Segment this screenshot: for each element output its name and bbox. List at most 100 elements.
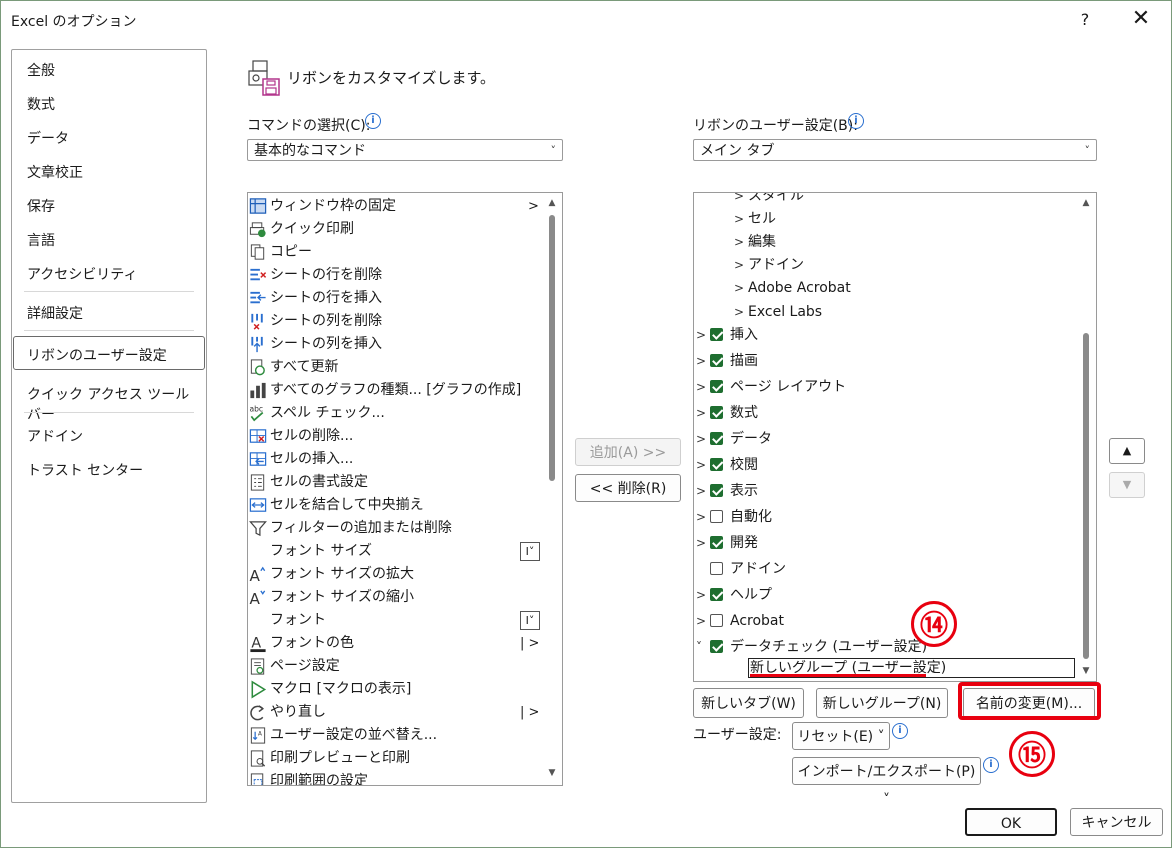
nav-item-proofing[interactable]: 文章校正 [27, 162, 83, 182]
checkbox[interactable] [710, 405, 723, 419]
ribbon-tree-item[interactable]: > 自動化 [694, 504, 1074, 530]
command-item[interactable]: セルを結合して中央揃え [248, 494, 548, 517]
nav-item-advanced[interactable]: 詳細設定 [27, 303, 83, 323]
command-list[interactable]: ウィンドウ枠の固定 > クイック印刷 コピー シートの行を削除 シートの行を挿入 シートの列… [247, 192, 563, 786]
move-up-button[interactable]: ▲ [1109, 438, 1145, 464]
ribbon-tree-item[interactable]: > 編集 [694, 229, 1074, 255]
command-item[interactable]: A フォントの色 | > [248, 632, 548, 655]
ribbon-tree-item[interactable]: > 挿入 [694, 322, 1074, 348]
command-list-scrollbar[interactable]: ▲ ▼ [546, 193, 558, 785]
command-item[interactable]: フォント I˅ [248, 609, 548, 632]
chevron-right-icon[interactable]: > [696, 322, 706, 348]
chevron-right-icon[interactable]: > [734, 275, 744, 301]
checkbox[interactable] [710, 535, 723, 549]
cancel-button[interactable]: キャンセル [1070, 808, 1163, 836]
help-button[interactable]: ? [1071, 7, 1099, 33]
command-item[interactable]: シートの行を挿入 [248, 287, 548, 310]
command-item[interactable]: A ユーザー設定の並べ替え... [248, 724, 548, 747]
move-down-button[interactable]: ▼ [1109, 472, 1145, 498]
checkbox[interactable] [710, 587, 723, 601]
chevron-right-icon[interactable]: > [696, 452, 706, 478]
ribbon-tree-item[interactable]: > Excel Labs [694, 299, 1074, 325]
command-item[interactable]: コピー [248, 241, 548, 264]
ribbon-tree-item[interactable]: > セル [694, 206, 1074, 232]
command-item[interactable]: 印刷範囲の設定 [248, 770, 548, 785]
checkbox[interactable] [710, 457, 723, 471]
new-group-button[interactable]: 新しいグループ(N) [816, 688, 948, 718]
command-item[interactable]: セルの書式設定 [248, 471, 548, 494]
ribbon-tree-item[interactable]: > データ [694, 426, 1074, 452]
checkbox[interactable] [710, 483, 723, 497]
command-item[interactable]: クイック印刷 [248, 218, 548, 241]
scroll-up-arrow-icon[interactable]: ▲ [1080, 197, 1092, 209]
ribbon-tree-item[interactable]: > Adobe Acrobat [694, 275, 1074, 301]
reset-button[interactable]: リセット(E) ˅ [792, 722, 890, 750]
nav-item-quick-access-toolbar[interactable]: クイック アクセス ツール バー [27, 384, 206, 424]
command-item[interactable]: フォント サイズ I˅ [248, 540, 548, 563]
checkbox[interactable] [710, 379, 723, 393]
ribbon-tree-item[interactable]: > 開発 [694, 530, 1074, 556]
chevron-right-icon[interactable]: > [696, 374, 706, 400]
chevron-right-icon[interactable]: > [696, 504, 706, 530]
close-button[interactable]: ✕ [1127, 7, 1155, 33]
command-item[interactable]: すべてのグラフの種類... [グラフの作成] [248, 379, 548, 402]
checkbox[interactable] [710, 613, 723, 627]
import-export-button[interactable]: インポート/エクスポート(P) ˅ [792, 757, 981, 808]
nav-item-save[interactable]: 保存 [27, 196, 55, 216]
chevron-right-icon[interactable]: > [696, 400, 706, 426]
ribbon-tree-scrollbar[interactable]: ▲ ▼ [1080, 193, 1092, 681]
command-item[interactable]: すべて更新 [248, 356, 548, 379]
info-icon[interactable]: i [365, 113, 381, 129]
info-icon[interactable]: i [892, 723, 908, 739]
nav-item-customize-ribbon[interactable]: リボンのユーザー設定 [27, 345, 167, 365]
checkbox[interactable] [710, 561, 723, 575]
nav-item-language[interactable]: 言語 [27, 230, 55, 250]
command-item[interactable]: シートの行を削除 [248, 264, 548, 287]
ribbon-tree[interactable]: > スタイル > セル > 編集 > アドイン > Adobe Acrobat > Excel Lab… [693, 192, 1097, 682]
ribbon-tree-item[interactable]: > 数式 [694, 400, 1074, 426]
scroll-thumb[interactable] [549, 215, 555, 481]
command-item[interactable]: シートの列を削除 [248, 310, 548, 333]
ribbon-tree-item[interactable]: > Acrobat [694, 608, 1074, 634]
scroll-thumb[interactable] [1083, 333, 1089, 659]
chevron-right-icon[interactable]: > [696, 426, 706, 452]
chevron-right-icon[interactable]: > [696, 582, 706, 608]
command-item[interactable]: セルの挿入... [248, 448, 548, 471]
scroll-down-arrow-icon[interactable]: ▼ [546, 767, 558, 779]
ribbon-tree-item[interactable]: > 校閲 [694, 452, 1074, 478]
checkbox[interactable] [710, 509, 723, 523]
chevron-right-icon[interactable]: > [734, 229, 744, 255]
ribbon-tree-item[interactable]: アドイン [694, 556, 1074, 582]
add-button[interactable]: 追加(A) >> [575, 438, 681, 466]
command-item[interactable]: シートの列を挿入 [248, 333, 548, 356]
ribbon-tree-item[interactable]: > アドイン [694, 252, 1074, 278]
chevron-right-icon[interactable]: > [696, 530, 706, 556]
info-icon[interactable]: i [983, 757, 999, 773]
chevron-down-icon[interactable]: ˅ [696, 634, 702, 660]
nav-item-accessibility[interactable]: アクセシビリティ [27, 264, 137, 284]
scroll-up-arrow-icon[interactable]: ▲ [546, 197, 558, 209]
checkbox[interactable] [710, 327, 723, 341]
ok-button[interactable]: OK [965, 808, 1057, 836]
chevron-right-icon[interactable]: > [696, 478, 706, 504]
command-item[interactable]: ウィンドウ枠の固定 > [248, 195, 548, 218]
scroll-down-arrow-icon[interactable]: ▼ [1080, 665, 1092, 677]
chevron-right-icon[interactable]: > [696, 348, 706, 374]
remove-button[interactable]: << 削除(R) [575, 474, 681, 502]
ribbon-tree-item[interactable]: > ヘルプ [694, 582, 1074, 608]
customize-ribbon-combo[interactable]: メイン タブ ˅ [693, 139, 1097, 161]
nav-item-addins[interactable]: アドイン [27, 426, 83, 446]
command-item[interactable]: やり直し | > [248, 701, 548, 724]
nav-item-data[interactable]: データ [27, 128, 69, 148]
checkbox[interactable] [710, 431, 723, 445]
ribbon-tree-item[interactable]: ˅ データチェック (ユーザー設定) [694, 634, 1074, 660]
command-item[interactable]: セルの削除... [248, 425, 548, 448]
command-item[interactable]: A フォント サイズの縮小 [248, 586, 548, 609]
command-item[interactable]: abc スペル チェック... [248, 402, 548, 425]
command-item[interactable]: ページ設定 [248, 655, 548, 678]
nav-item-formulas[interactable]: 数式 [27, 94, 55, 114]
command-item[interactable]: A フォント サイズの拡大 [248, 563, 548, 586]
choose-commands-combo[interactable]: 基本的なコマンド ˅ [247, 139, 563, 161]
chevron-right-icon[interactable]: > [734, 299, 744, 325]
info-icon[interactable]: i [848, 113, 864, 129]
